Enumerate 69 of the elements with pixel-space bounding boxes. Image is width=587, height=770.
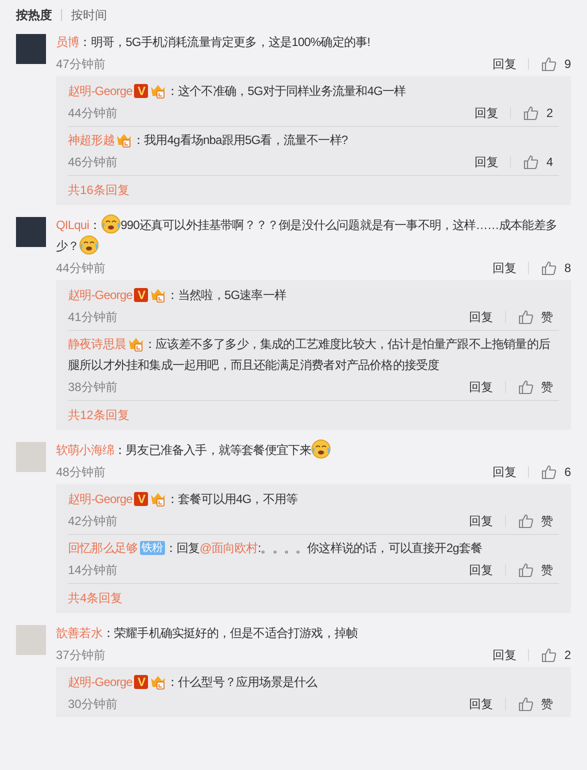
verified-badge: V bbox=[134, 674, 148, 689]
like-button[interactable]: 4 bbox=[523, 152, 553, 170]
timestamp: 42分钟前 bbox=[68, 512, 118, 530]
reply-link[interactable]: 回复 bbox=[492, 646, 516, 664]
timestamp: 30分钟前 bbox=[68, 696, 118, 712]
thumbs-up-icon bbox=[541, 260, 558, 276]
reply-link[interactable]: 回复 bbox=[469, 560, 493, 578]
reply-link[interactable]: 回复 bbox=[469, 512, 493, 530]
reply-text: 赵明-George V ：这个不准确，5G对于同样业务流量和4G一样 bbox=[68, 82, 407, 101]
like-button[interactable]: 2 bbox=[523, 104, 553, 122]
avatar-placeholder[interactable] bbox=[16, 217, 46, 247]
reply-text: 赵明-George V ：套餐可以用4G，不用等 bbox=[68, 490, 299, 509]
reply-link[interactable]: 回复 bbox=[469, 308, 493, 326]
reply-link[interactable]: 回复 bbox=[474, 152, 498, 170]
reply-link[interactable]: 回复 bbox=[474, 104, 498, 122]
avatar-placeholder[interactable] bbox=[16, 442, 46, 472]
reply-link[interactable]: 回复 bbox=[469, 694, 493, 712]
verified-badge: V bbox=[134, 492, 148, 506]
reply-link[interactable]: 回复 bbox=[492, 462, 516, 480]
thumbs-up-icon bbox=[541, 646, 558, 662]
like-button[interactable]: 9 bbox=[541, 54, 571, 72]
sort-tab[interactable]: 按时间 bbox=[71, 6, 107, 24]
comment-text: 歆善若水：荣耀手机确实挺好的，但是不适合打游戏，掉帧 bbox=[56, 625, 359, 642]
avatar-placeholder[interactable] bbox=[16, 625, 46, 655]
like-button[interactable]: 赞 bbox=[518, 560, 553, 578]
verified-badge: V bbox=[134, 288, 148, 302]
reply-link[interactable]: 回复 bbox=[492, 54, 516, 72]
timestamp: 44分钟前 bbox=[68, 104, 118, 122]
reply-link[interactable]: 回复 bbox=[469, 378, 493, 396]
reply-text: 赵明-George V ：什么型号？应用场景是什么 bbox=[68, 672, 318, 692]
like-button[interactable]: 赞 bbox=[518, 694, 553, 712]
fan-badge: 铁粉 bbox=[140, 540, 165, 555]
crying-laugh-emoji-icon bbox=[311, 439, 332, 460]
thumbs-up-icon bbox=[541, 56, 558, 72]
timestamp: 38分钟前 bbox=[68, 378, 118, 396]
timestamp: 46分钟前 bbox=[68, 154, 118, 170]
like-button[interactable]: 赞 bbox=[518, 308, 553, 326]
reply-text: 神超形越 ：我用4g看场nba跟用5G看，流量不一样? bbox=[68, 130, 349, 150]
like-button[interactable]: 8 bbox=[541, 258, 571, 276]
timestamp: 44分钟前 bbox=[56, 260, 106, 276]
timestamp: 48分钟前 bbox=[56, 464, 106, 480]
thumbs-up-icon bbox=[518, 696, 534, 712]
reply-text: 静夜诗思晨 ：应该差不多了多少，集成的工艺难度比较大，估计是怕量产跟不上拖销量的后腿所以才外挂和集成一起用吧，而且还能满足消费者对产品价格的接受度 bbox=[68, 334, 552, 374]
thumbs-up-icon bbox=[523, 104, 540, 120]
timestamp: 37分钟前 bbox=[56, 646, 106, 664]
verified-badge: V bbox=[134, 84, 148, 98]
like-button[interactable]: 6 bbox=[541, 462, 571, 480]
comment-text: 员博：明哥，5G手机消耗流量肯定更多，这是100%确定的事! bbox=[56, 34, 372, 51]
reply-link[interactable]: 回复 bbox=[492, 258, 516, 276]
thumbs-up-icon bbox=[523, 154, 540, 170]
timestamp: 14分钟前 bbox=[68, 562, 118, 578]
like-button[interactable]: 2 bbox=[541, 646, 571, 664]
reply-text: 回忆那么足够 铁粉 ：回复@面向欧村:。。。。你这样说的话，可以直接开2g套餐 bbox=[68, 540, 484, 557]
timestamp: 41分钟前 bbox=[68, 308, 118, 326]
sort-tab[interactable]: 按热度 bbox=[16, 6, 52, 24]
thumbs-up-icon bbox=[518, 562, 534, 578]
crying-laugh-emoji-icon bbox=[79, 235, 100, 256]
thumbs-up-icon bbox=[518, 378, 534, 394]
crying-laugh-emoji-icon bbox=[100, 214, 121, 234]
like-button[interactable]: 赞 bbox=[518, 378, 553, 396]
like-button[interactable]: 赞 bbox=[518, 512, 553, 530]
thumbs-up-icon bbox=[518, 308, 534, 324]
reply-text: 赵明-George V ：当然啦，5G速率一样 bbox=[68, 286, 288, 305]
thumbs-up-icon bbox=[541, 464, 558, 480]
comment-text: 软萌小海绵：男友已准备入手，就等套餐便宜下来 bbox=[56, 440, 571, 461]
timestamp: 47分钟前 bbox=[56, 56, 106, 72]
thumbs-up-icon bbox=[518, 512, 534, 528]
avatar-placeholder[interactable] bbox=[16, 34, 46, 64]
comment-text: QILqui： 990还真可以外挂基带啊？？？倒是没什么问题就是有一事不明，这样……成本能差多少？ bbox=[56, 215, 571, 257]
